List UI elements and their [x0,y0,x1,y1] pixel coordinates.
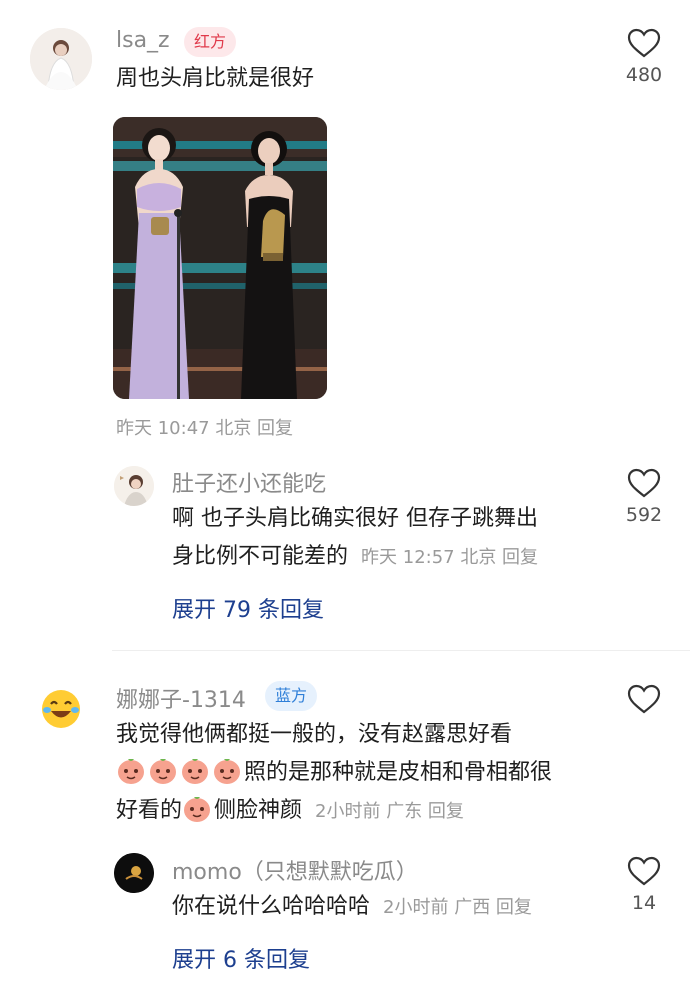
comment-text: 周也头肩比就是很好 [116,66,315,91]
like-count: 14 [631,892,657,914]
comment-text-line: 我觉得他俩都挺一般的，没有赵露思好看 [116,722,513,747]
comment-text: 我觉得他俩都挺一般的，没有赵露思好看 照的是那种就是皮相和骨相都很 好看的 侧脸神… [116,716,616,831]
comment-image[interactable] [113,117,327,399]
like-button[interactable]: 592 [614,468,674,526]
like-button[interactable]: 480 [614,28,674,86]
reply-text: 你在说什么哈哈哈哈 2小时前 广西 回复 [172,888,532,927]
username[interactable]: lsa_z [116,28,170,53]
comment-text-line: 照的是那种就是皮相和骨相都很 [244,760,553,785]
emoji-row [116,759,244,785]
expand-replies-link[interactable]: 展开 6 条回复 [172,942,310,974]
like-button[interactable]: 14 [614,856,674,914]
like-button[interactable] [614,684,674,714]
reply-text-line: 你在说什么哈哈哈哈 [172,894,371,919]
avatar[interactable] [40,688,82,730]
heart-outline-icon [627,28,661,58]
comment-text-line: 好看的 [116,798,183,823]
like-count: 480 [625,64,663,86]
laughing-tears-emoji [42,690,80,728]
username[interactable]: 肚子还小还能吃 [172,466,326,498]
reply-meta: 昨天 12:57 北京 回复 [361,547,539,568]
comment-meta: 昨天 10:47 北京 回复 [116,418,294,439]
divider [112,650,690,651]
comment-text-line: 侧脸神颜 [214,798,303,823]
reply-meta: 2小时前 广西 回复 [383,897,532,918]
avatar[interactable] [114,466,154,506]
peach-face-emoji [118,759,144,784]
comment-meta: 2小时前 广东 回复 [315,801,464,822]
peach-face-emoji [182,759,208,784]
peach-face-emoji [150,759,176,784]
team-badge: 红方 [184,27,237,57]
heart-outline-icon [627,468,661,498]
reply-text-line: 啊 也子头肩比确实很好 但存子跳舞出 [172,506,538,531]
team-badge: 蓝方 [265,681,318,711]
like-count: 592 [625,504,663,526]
avatar[interactable] [30,28,92,90]
avatar[interactable] [114,853,154,893]
reply-text: 啊 也子头肩比确实很好 但存子跳舞出 身比例不可能差的 昨天 12:57 北京 … [172,500,538,577]
peach-face-emoji [214,759,240,784]
expand-replies-link[interactable]: 展开 79 条回复 [172,592,324,624]
heart-outline-icon [627,856,661,886]
username[interactable]: momo（只想默默吃瓜） [172,854,418,886]
heart-outline-icon [627,684,661,714]
reply-text-line: 身比例不可能差的 [172,544,349,569]
peach-face-emoji [184,797,211,822]
username[interactable]: 娜娜子-1314 [116,682,246,714]
